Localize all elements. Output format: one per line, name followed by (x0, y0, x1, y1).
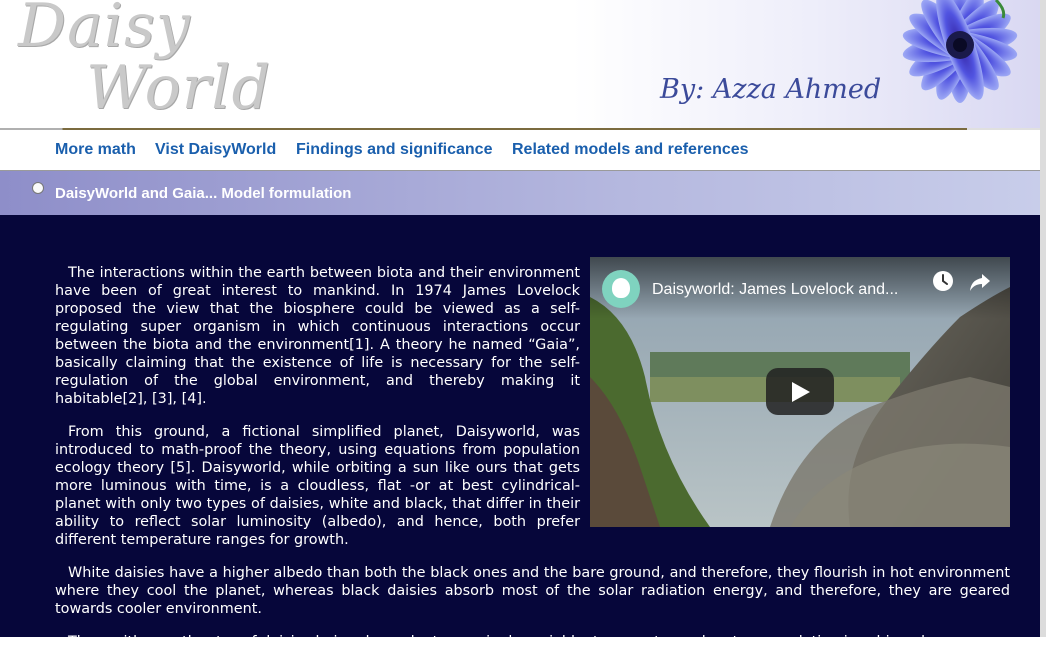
site-logo-line1: Daisy (18, 0, 191, 61)
subnav-bar: DaisyWorld and Gaia... Model formulation (0, 171, 1040, 215)
author-byline: By: Azza Ahmed (660, 74, 882, 105)
flower-image (902, 0, 1018, 103)
channel-avatar-icon[interactable] (602, 270, 640, 308)
nav-findings[interactable]: Findings and significance (296, 141, 492, 159)
nav-related-models[interactable]: Related models and references (512, 141, 749, 159)
nav-visit-daisyworld[interactable]: Vist DaisyWorld (155, 141, 276, 159)
play-icon (792, 382, 810, 402)
main-nav: More math Vist DaisyWorld Findings and s… (0, 131, 1040, 171)
video-embed[interactable]: Daisyworld: James Lovelock and... (590, 257, 1010, 527)
subnav-link-model-formulation[interactable]: DaisyWorld and Gaia... Model formulation (55, 185, 351, 202)
header-banner: Daisy World By: Azza Ahmed (0, 0, 1040, 130)
daisies-paragraph: White daisies have a higher albedo than … (55, 565, 1010, 618)
intro-paragraph: The interactions within the earth betwee… (55, 265, 580, 408)
watch-later-icon[interactable] (932, 270, 954, 292)
video-title[interactable]: Daisyworld: James Lovelock and... (652, 281, 927, 299)
share-icon[interactable] (968, 271, 992, 293)
site-logo-line2: World (86, 53, 271, 123)
main-content: The interactions within the earth betwee… (0, 215, 1040, 650)
play-button[interactable] (766, 368, 834, 415)
channel-logo-shape (612, 278, 630, 298)
subnav-radio-icon[interactable] (32, 182, 44, 194)
nav-more-math[interactable]: More math (55, 141, 136, 159)
regulation-paragraph: Thus, with growth rates of daisies being… (68, 634, 930, 651)
page-scrollbar[interactable] (1040, 0, 1046, 637)
header-divider (0, 128, 1040, 130)
daisyworld-paragraph: From this ground, a fictional simplified… (55, 424, 580, 549)
